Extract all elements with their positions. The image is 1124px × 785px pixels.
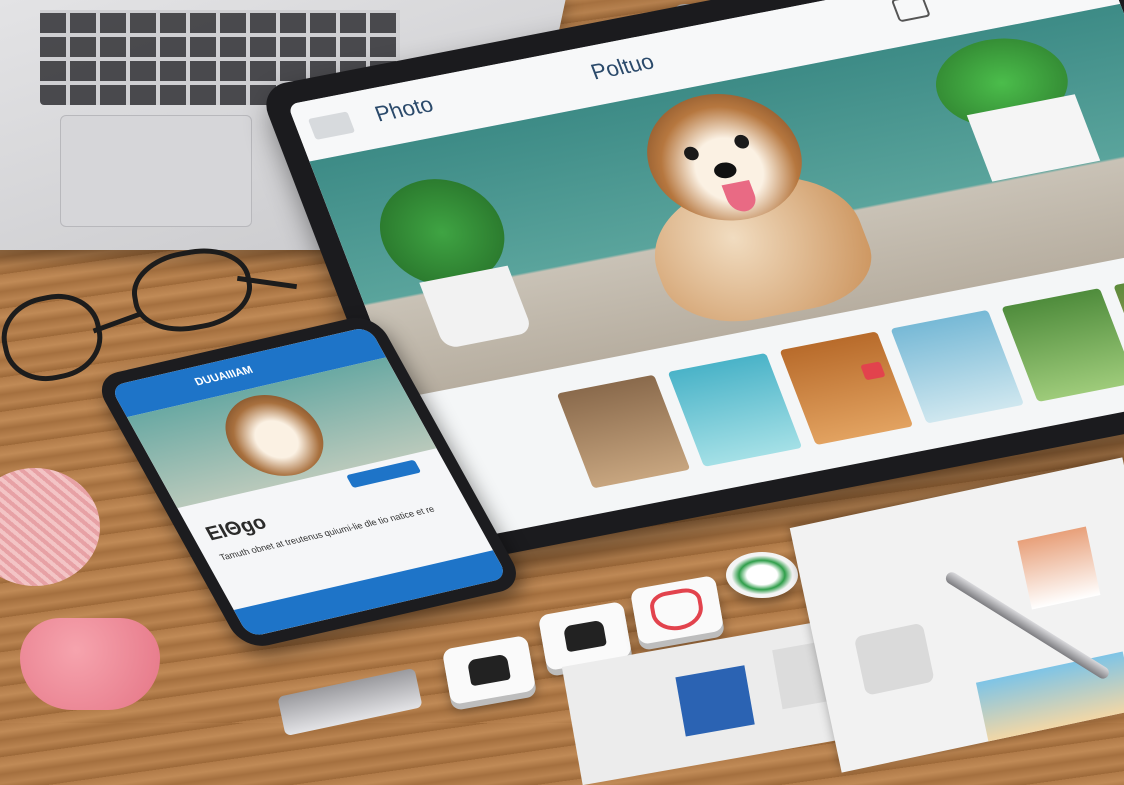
thumbnail-dog-1[interactable] (556, 374, 691, 489)
phone-post-title: ΕΙΘgo (202, 511, 271, 546)
glasses-lens-right (125, 240, 259, 340)
camera-icon (853, 622, 935, 696)
yarn-ball (0, 468, 100, 586)
thumbnail-dog-3[interactable] (779, 331, 914, 446)
like-icon (467, 653, 511, 687)
magazine (789, 457, 1124, 773)
heart-keycap (629, 574, 725, 646)
heart-icon (647, 585, 707, 635)
phone-dog-head (208, 386, 340, 485)
camera-icon[interactable] (890, 0, 931, 23)
laptop-trackpad (60, 115, 252, 227)
phone-header-text: DUUAIIIAM (192, 364, 256, 389)
tablet-title-center: Poltuo (587, 48, 658, 85)
thumbnail-cat[interactable] (890, 309, 1025, 424)
metal-clip (277, 667, 423, 737)
glasses-lens-left (0, 285, 110, 390)
dog-photo (558, 74, 897, 342)
thumbnail-dog-2[interactable] (667, 353, 802, 467)
tablet-logo-icon (307, 111, 356, 140)
round-green-button (726, 552, 798, 598)
like-keycap (441, 634, 537, 706)
heart-icon[interactable] (860, 361, 886, 381)
phone-bottom-bar (233, 550, 509, 638)
tablet-title-left: Photo (371, 91, 437, 127)
magazine-illustration (1017, 526, 1101, 610)
like-icon (563, 619, 607, 653)
thumbnail-chicken[interactable] (1001, 288, 1124, 402)
pink-heart-object (20, 618, 160, 710)
facebook-icon (675, 665, 755, 737)
